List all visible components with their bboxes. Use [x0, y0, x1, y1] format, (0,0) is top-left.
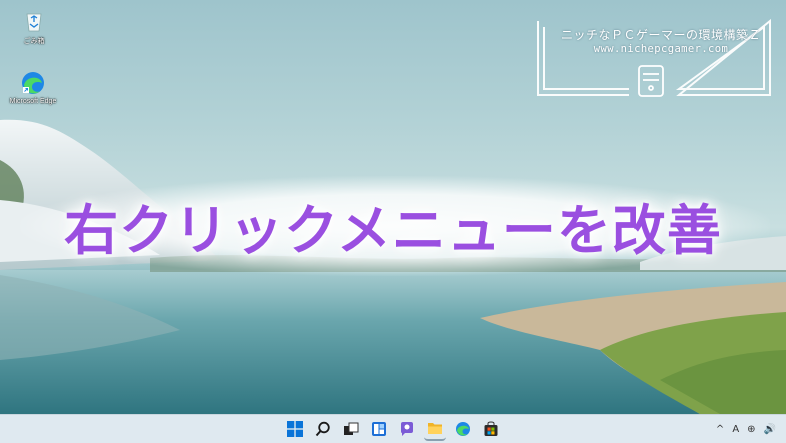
file-explorer-icon [428, 423, 442, 434]
recycle-bin-label: ごみ箱 [23, 38, 45, 45]
volume-icon[interactable]: 🔊 [764, 419, 776, 439]
store-button[interactable] [480, 418, 502, 440]
taskbar: ^ A ⊕ 🔊 [0, 414, 786, 443]
logo-url: www.nichepcgamer.com [593, 43, 729, 55]
edge-shortcut[interactable]: Microsoft Edge [3, 70, 63, 105]
start-button[interactable] [284, 418, 306, 440]
network-icon[interactable]: ⊕ [747, 419, 755, 439]
system-tray: ^ A ⊕ 🔊 [716, 415, 776, 443]
start-icon [287, 421, 303, 437]
store-icon [484, 421, 498, 436]
recycle-bin-shortcut[interactable]: ごみ箱 [4, 8, 64, 46]
search-button[interactable] [312, 418, 334, 440]
task-view-icon [344, 422, 359, 435]
ime-indicator[interactable]: A [732, 419, 739, 439]
chat-button[interactable] [396, 418, 418, 440]
edge-button[interactable] [452, 418, 474, 440]
edge-icon [456, 422, 470, 436]
edge-label: Microsoft Edge [9, 98, 57, 105]
edge-icon [20, 70, 46, 96]
widgets-button[interactable] [368, 418, 390, 440]
search-icon [315, 421, 330, 437]
logo-title: ニッチなＰＣゲーマーの環境構築Ｚ [560, 28, 761, 42]
file-explorer-button[interactable] [424, 417, 446, 441]
chat-icon [401, 422, 413, 436]
widgets-icon [372, 422, 386, 436]
task-view-button[interactable] [340, 418, 362, 440]
recycle-bin-icon [21, 8, 47, 34]
headline-title: 右クリックメニューを改善 [64, 199, 722, 262]
taskbar-apps [284, 415, 502, 443]
tray-chevron-icon[interactable]: ^ [716, 419, 724, 439]
